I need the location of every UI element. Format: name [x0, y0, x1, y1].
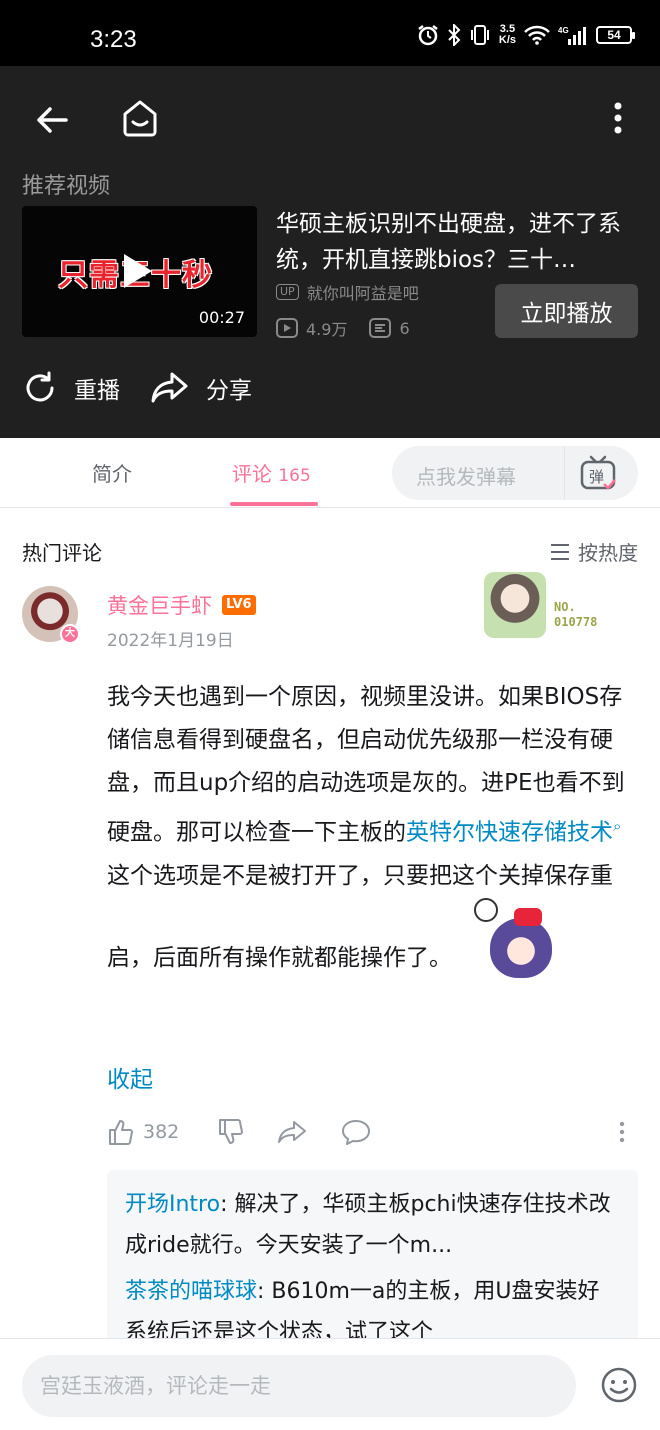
level-badge: LV6 [222, 595, 256, 615]
recommended-video-title[interactable]: 华硕主板识别不出硬盘，进不了系统，开机直接跳bios？三十… [276, 206, 638, 278]
back-button[interactable] [30, 98, 74, 142]
collapse-link[interactable]: 收起 [107, 1060, 153, 1094]
recommended-title: 推荐视频 [22, 174, 111, 199]
fan-badge-image [484, 572, 546, 638]
bluetooth-icon [448, 24, 461, 46]
wifi-icon [524, 25, 550, 45]
reply-item[interactable]: 开场Intro: 解决了，华硕主板pchi快速存住技术改成ride就行。今天安装… [125, 1184, 620, 1266]
share-comment-button[interactable] [277, 1118, 307, 1146]
video-duration: 00:27 [198, 308, 245, 327]
comment-username-row: 黄金巨手虾 LV6 [107, 590, 256, 620]
up-tag-icon: UP [276, 284, 299, 300]
reply-button[interactable] [341, 1118, 371, 1146]
sort-list-icon [551, 543, 569, 560]
comment-username[interactable]: 黄金巨手虾 [107, 590, 212, 620]
alarm-icon [418, 25, 438, 46]
comment-text: 我今天也遇到一个原因，视频里没讲。如果BIOS存储信息看得到硬盘名，但启动优先级… [107, 676, 637, 980]
reply-colon: : [257, 1279, 272, 1304]
share-button[interactable]: 分享 [150, 370, 252, 406]
share-icon [151, 372, 188, 403]
replay-button[interactable]: 重播 [22, 370, 120, 406]
hot-comments-title: 热门评论 [22, 541, 102, 565]
bottom-comment-bar: 宫廷玉液酒，评论走一走 [0, 1338, 660, 1430]
tab-comments-count: 165 [278, 466, 311, 486]
thumbs-down-icon [219, 1119, 243, 1144]
video-end-panel: 推荐视频 只需三十秒 00:27 华硕主板识别不出硬盘，进不了系统，开机直接跳b… [0, 66, 660, 438]
sort-button[interactable]: 按热度 [550, 537, 638, 566]
like-count: 382 [143, 1121, 180, 1143]
like-button[interactable]: 382 [107, 1118, 179, 1146]
share-label: 分享 [206, 378, 252, 404]
share-icon [278, 1121, 306, 1143]
search-link[interactable]: 英特尔快速存储技术 [406, 820, 613, 846]
replay-label: 重播 [74, 378, 120, 404]
end-actions: 重播 分享 [22, 370, 252, 406]
status-time: 3:23 [90, 26, 137, 53]
danmaku-divider [564, 446, 565, 500]
svg-text:弹: 弹 [589, 468, 604, 486]
play-count-icon [276, 318, 298, 338]
tab-comments[interactable]: 评论 165 [232, 458, 311, 487]
fan-badge[interactable]: NO. 010778 [484, 572, 624, 638]
sort-label: 按热度 [578, 541, 638, 565]
tv-home-icon [123, 100, 157, 137]
content-tabs: 简介 评论 165 点我发弹幕 弹 [0, 438, 660, 508]
net-speed-unit: K/s [498, 34, 516, 46]
tab-comments-label: 评论 [232, 462, 272, 486]
home-button[interactable] [118, 96, 162, 140]
battery-icon: 54 [596, 26, 635, 44]
search-mini-icon[interactable]: ⌕ [613, 817, 621, 835]
tab-intro[interactable]: 简介 [92, 458, 132, 487]
play-icon [124, 254, 152, 288]
reply-user[interactable]: 茶茶的喵球球 [125, 1279, 257, 1304]
status-bar: 3:23 3.5 K/s 4G 54 [0, 0, 660, 66]
fan-badge-number: NO. 010778 [554, 600, 597, 630]
svg-text:4G: 4G [558, 26, 569, 35]
replay-icon [26, 371, 54, 402]
dislike-button[interactable] [217, 1118, 245, 1146]
comment-bubble-icon [342, 1120, 370, 1145]
vibrate-icon [470, 25, 489, 45]
views-count: 4.9万 [306, 320, 348, 339]
danmaku-count: 6 [399, 318, 410, 338]
recommended-thumbnail[interactable]: 只需三十秒 00:27 [22, 206, 257, 337]
comment-more-button[interactable] [615, 1118, 629, 1146]
avatar-badge: 大 [60, 624, 80, 644]
reply-colon: : [220, 1192, 235, 1217]
replies-box[interactable]: 开场Intro: 解决了，华硕主板pchi快速存住技术改成ride就行。今天安装… [107, 1170, 638, 1350]
emoji-icon[interactable] [600, 1366, 638, 1404]
danmaku-count-icon [369, 318, 392, 338]
danmaku-placeholder: 点我发弹幕 [416, 465, 516, 489]
comment-input[interactable]: 宫廷玉液酒，评论走一走 [22, 1355, 576, 1417]
back-arrow-icon [37, 107, 68, 133]
views-stat: 4.9万 [276, 316, 347, 340]
danmaku-toggle-icon[interactable]: 弹 [578, 454, 618, 494]
more-vertical-icon [619, 1121, 625, 1143]
reply-user[interactable]: 开场Intro [125, 1192, 220, 1217]
status-icons: 3.5 K/s 4G 54 [417, 24, 635, 46]
sticker-emote [474, 897, 560, 980]
more-button[interactable] [596, 96, 640, 140]
play-now-button[interactable]: 立即播放 [495, 284, 638, 338]
comment-actions: 382 [107, 1118, 638, 1150]
fan-badge-no-value: 010778 [554, 615, 598, 629]
avatar[interactable]: 大 [22, 586, 80, 644]
thumbs-up-icon [109, 1120, 133, 1145]
more-vertical-icon [614, 102, 622, 134]
danmaku-stat: 6 [369, 318, 410, 338]
danmaku-input[interactable]: 点我发弹幕 弹 [392, 446, 638, 500]
fan-badge-no-label: NO. [554, 600, 576, 614]
active-tab-indicator [230, 502, 318, 506]
comment-date: 2022年1月19日 [107, 631, 234, 651]
signal-4g-icon: 4G [558, 26, 586, 45]
uploader-name: 就你叫阿益是吧 [306, 284, 419, 303]
net-speed: 3.5 K/s [499, 24, 516, 46]
